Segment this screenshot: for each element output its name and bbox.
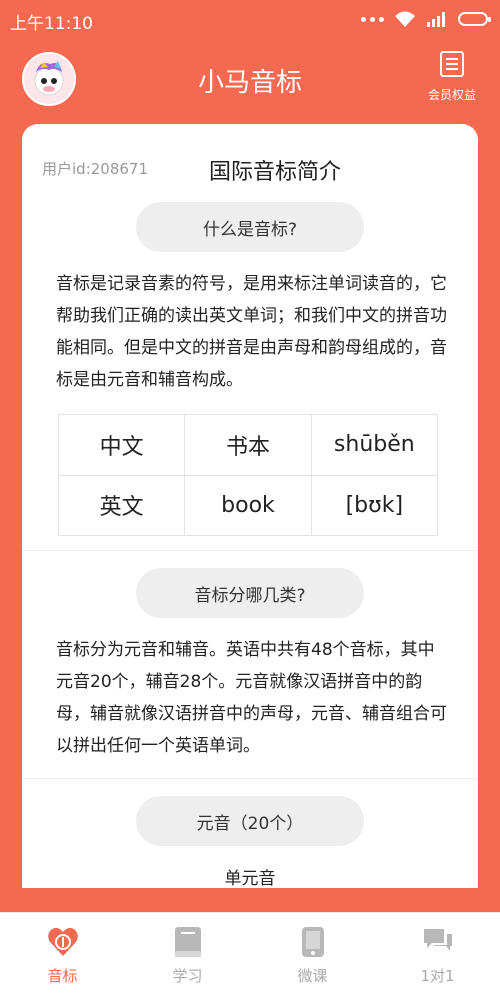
vip-benefits-label: 会员权益 (427, 88, 476, 102)
wifi-icon (395, 11, 415, 27)
example-table: 中文 书本 shūběn 英文 book [bʊk] (57, 414, 439, 536)
tab-label: 学习 (172, 967, 203, 985)
divider (22, 550, 478, 551)
section-subheading-monophthongs: 单元音 (224, 869, 276, 888)
table-cell: book (184, 474, 312, 536)
chat-icon (423, 929, 452, 951)
tab-study[interactable]: 学习 (125, 913, 250, 1001)
tablet-icon (301, 927, 324, 957)
more-dots-icon (361, 16, 384, 22)
divider (22, 778, 478, 779)
content-card: 用户id:208671 国际音标简介 什么是音标? 音标是记录音素的符号，是用来… (22, 124, 478, 888)
table-cell: shūběn (310, 414, 439, 476)
tab-label: 音标 (47, 967, 78, 985)
book-icon (174, 927, 201, 957)
status-bar: 上午11:10 (0, 0, 500, 40)
tab-phonetics[interactable]: 音标 (0, 913, 125, 1001)
status-time: 上午11:10 (10, 14, 93, 34)
table-cell: 书本 (184, 414, 312, 476)
tab-label: 微课 (297, 967, 328, 985)
section-heading-categories: 音标分哪几类? (136, 568, 364, 618)
intro-title: 国际音标简介 (208, 160, 341, 185)
status-icons (361, 10, 491, 28)
table-row: 英文 book [bʊk] (57, 474, 439, 536)
table-cell: 中文 (57, 414, 186, 476)
list-document-icon (440, 51, 464, 77)
tab-microlessons[interactable]: 微课 (250, 913, 375, 1001)
app-header: 小马音标 会员权益 (0, 40, 500, 124)
section-heading-vowels: 元音（20个） (136, 796, 364, 846)
table-row: 中文 书本 shūběn (57, 414, 439, 476)
table-cell: [bʊk] (310, 474, 439, 536)
heart-a-icon (47, 927, 78, 956)
section-text-what: 音标是记录音素的符号，是用来标注单词读音的，它帮助我们正确的读出英文单词；和我们… (56, 274, 447, 390)
table-cell: 英文 (57, 474, 186, 536)
bottom-tab-bar: 音标 学习 微课 1对1 (0, 912, 500, 1001)
section-heading-what: 什么是音标? (136, 202, 364, 252)
tab-one-on-one[interactable]: 1对1 (375, 913, 500, 1001)
section-text-categories: 音标分为元音和辅音。英语中共有48个音标，其中元音20个，辅音28个。元音就像汉… (56, 640, 447, 756)
battery-icon (458, 12, 491, 26)
tab-label: 1对1 (420, 967, 455, 985)
vip-benefits-button[interactable]: 会员权益 (422, 50, 482, 103)
signal-icon (427, 12, 445, 27)
